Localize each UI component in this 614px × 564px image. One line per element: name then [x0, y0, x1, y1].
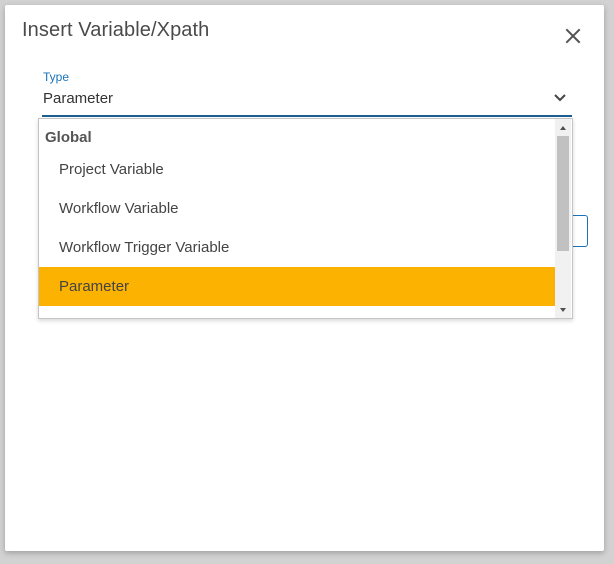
- scrollbar-thumb[interactable]: [557, 136, 569, 251]
- insert-variable-dialog: Insert Variable/Xpath Type Parameter Glo…: [5, 5, 604, 551]
- group-header-global: Global: [45, 129, 92, 146]
- option-workflow-trigger-variable[interactable]: Workflow Trigger Variable: [39, 228, 555, 267]
- option-xpath[interactable]: XPath: [39, 306, 555, 318]
- scroll-up-arrow-icon[interactable]: [555, 121, 571, 135]
- dialog-title: Insert Variable/Xpath: [22, 19, 210, 41]
- option-project-variable[interactable]: Project Variable: [39, 150, 555, 189]
- option-parameter[interactable]: Parameter: [39, 267, 555, 306]
- dropdown-scrollbar[interactable]: [555, 119, 571, 318]
- type-dropdown-list: Global Project Variable Workflow Variabl…: [38, 118, 573, 319]
- type-select-toggle[interactable]: [551, 89, 569, 107]
- close-button[interactable]: [561, 24, 585, 48]
- option-workflow-variable[interactable]: Workflow Variable: [39, 189, 555, 228]
- scroll-down-arrow-icon[interactable]: [555, 303, 571, 317]
- type-field-label: Type: [43, 70, 70, 84]
- type-field-underline: [42, 115, 572, 117]
- type-select-value[interactable]: Parameter: [43, 90, 113, 107]
- close-icon: [565, 28, 581, 44]
- chevron-down-icon: [554, 94, 566, 102]
